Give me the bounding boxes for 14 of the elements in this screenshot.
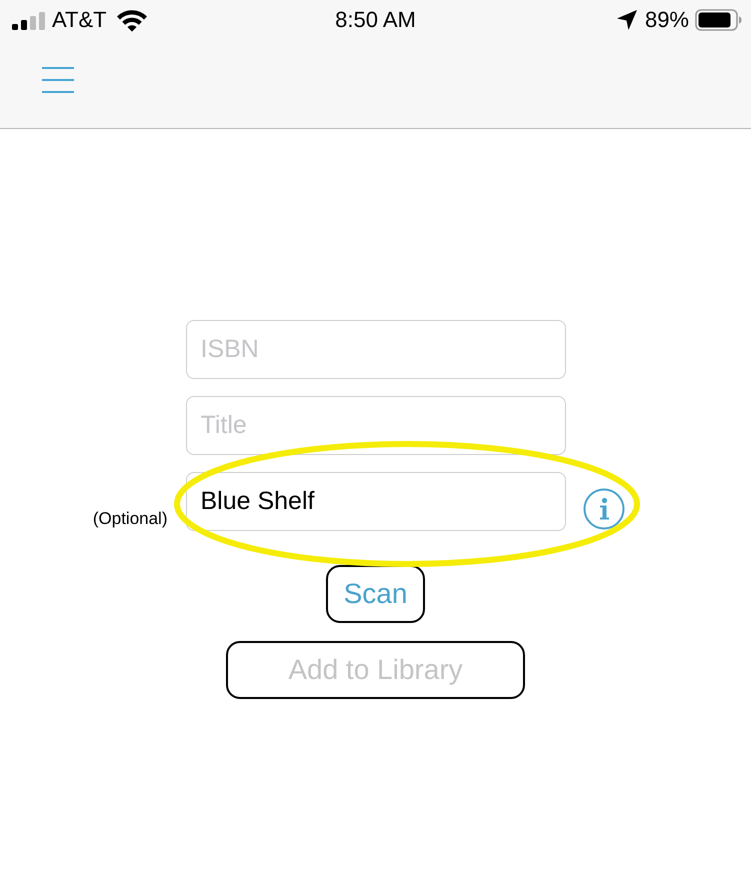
field-label: (Optional) <box>92 509 168 529</box>
wifi-icon <box>116 8 148 32</box>
input-field[interactable]: ISBN <box>186 320 566 379</box>
battery-percentage: 89% <box>644 7 689 33</box>
input-field[interactable]: Blue Shelf <box>186 472 566 531</box>
scan-button[interactable]: Scan <box>326 565 425 623</box>
location-arrow-icon <box>616 10 637 30</box>
menu-icon[interactable] <box>42 67 74 93</box>
signal-icon <box>12 12 45 30</box>
battery-icon <box>695 9 742 31</box>
carrier-name: AT&T <box>52 7 107 33</box>
input-field[interactable]: Title <box>186 396 566 455</box>
status-time: 8:50 AM <box>335 7 416 33</box>
info-icon[interactable] <box>582 488 624 530</box>
